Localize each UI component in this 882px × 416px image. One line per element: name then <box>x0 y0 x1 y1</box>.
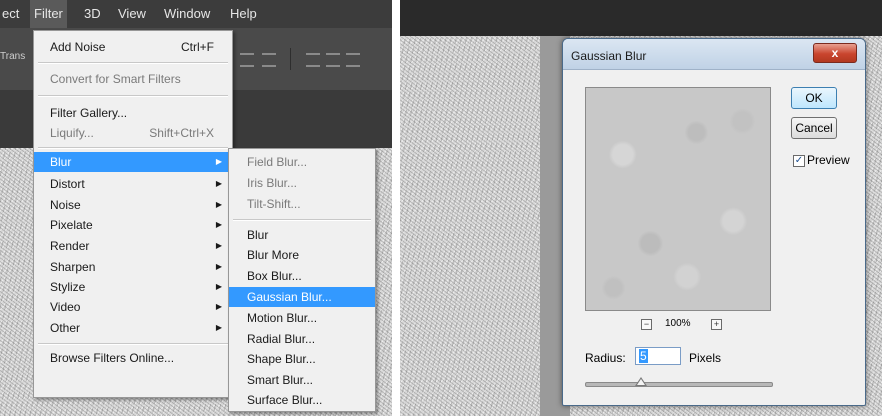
transform-label: Trans <box>0 51 26 62</box>
submenu-arrow-icon: ▶ <box>215 157 222 166</box>
submenu-item-blur[interactable]: Blur <box>229 225 375 245</box>
submenu-arrow-icon: ▶ <box>215 220 222 229</box>
distribute-right-icon[interactable] <box>346 53 360 67</box>
menu-divider <box>38 343 228 345</box>
radius-slider-track[interactable] <box>585 382 773 387</box>
menu-divider <box>38 95 228 97</box>
radius-label: Radius: <box>585 351 626 365</box>
submenu-arrow-icon: ▶ <box>215 262 222 271</box>
menu-item-label: Liquify... <box>50 126 94 140</box>
zoom-out-icon[interactable]: − <box>641 319 652 330</box>
submenu-item-surface-blur[interactable]: Surface Blur... <box>229 390 375 410</box>
menu-item-label: Render <box>50 239 90 253</box>
cancel-button[interactable]: Cancel <box>791 117 837 139</box>
submenu-arrow-icon: ▶ <box>215 302 222 311</box>
menu-item-sharpen[interactable]: Sharpen ▶ <box>34 257 232 277</box>
shortcut-text: Ctrl+F <box>181 40 214 54</box>
align-middle-icon[interactable] <box>262 53 276 67</box>
menu-filter[interactable]: Filter <box>30 0 67 28</box>
menu-item-label: Noise <box>50 198 81 212</box>
close-icon[interactable]: x <box>813 43 857 63</box>
distribute-center-icon[interactable] <box>326 53 340 67</box>
menu-select[interactable]: ect <box>2 6 19 21</box>
menu-item-label: Convert for Smart Filters <box>50 72 181 86</box>
radius-value: 5 <box>639 349 648 363</box>
menu-item-add-noise[interactable]: Add Noise Ctrl+F <box>34 37 232 57</box>
menu-item-stylize[interactable]: Stylize ▶ <box>34 277 232 297</box>
menu-item-label: Filter Gallery... <box>50 106 128 120</box>
dialog-titlebar[interactable]: Gaussian Blur x <box>563 39 865 70</box>
menu-item-video[interactable]: Video ▶ <box>34 297 232 317</box>
submenu-arrow-icon: ▶ <box>215 241 222 250</box>
submenu-arrow-icon: ▶ <box>215 200 222 209</box>
submenu-item-box-blur[interactable]: Box Blur... <box>229 266 375 286</box>
gaussian-blur-dialog-panel: Gaussian Blur x OK Cancel ✓ Preview − 10… <box>400 0 882 416</box>
menu-item-blur[interactable]: Blur ▶ <box>34 152 232 172</box>
submenu-arrow-icon: ▶ <box>215 282 222 291</box>
zoom-in-icon[interactable]: + <box>711 319 722 330</box>
menu-item-liquify[interactable]: Liquify... Shift+Ctrl+X <box>34 123 232 143</box>
align-top-icon[interactable] <box>240 53 254 67</box>
menu-item-convert-smart-filters[interactable]: Convert for Smart Filters <box>34 69 232 89</box>
zoom-level: 100% <box>665 318 691 329</box>
toolbar-divider <box>290 48 291 70</box>
menu-item-render[interactable]: Render ▶ <box>34 236 232 256</box>
distribute-left-icon[interactable] <box>306 53 320 67</box>
menu-help[interactable]: Help <box>230 6 257 21</box>
blur-submenu: Field Blur... Iris Blur... Tilt-Shift...… <box>228 148 376 412</box>
menu-3d[interactable]: 3D <box>84 6 101 21</box>
submenu-arrow-icon: ▶ <box>215 323 222 332</box>
submenu-item-field-blur[interactable]: Field Blur... <box>229 152 375 172</box>
menu-item-label: Stylize <box>50 280 86 294</box>
shortcut-text: Shift+Ctrl+X <box>149 126 214 140</box>
menu-item-browse-filters-online[interactable]: Browse Filters Online... <box>34 348 232 368</box>
menubar: ect Filter 3D View Window Help <box>0 0 392 28</box>
submenu-item-gaussian-blur[interactable]: Gaussian Blur... <box>229 287 375 307</box>
submenu-item-shape-blur[interactable]: Shape Blur... <box>229 349 375 369</box>
menu-item-distort[interactable]: Distort ▶ <box>34 174 232 194</box>
submenu-item-tilt-shift[interactable]: Tilt-Shift... <box>229 194 375 214</box>
menu-item-label: Distort <box>50 177 85 191</box>
gaussian-blur-dialog: Gaussian Blur x OK Cancel ✓ Preview − 10… <box>562 38 866 406</box>
submenu-item-radial-blur[interactable]: Radial Blur... <box>229 329 375 349</box>
menu-divider <box>233 219 371 221</box>
menu-item-other[interactable]: Other ▶ <box>34 318 232 338</box>
blur-preview-pane[interactable] <box>585 87 771 311</box>
preview-checkbox-label: Preview <box>807 153 850 167</box>
radius-input[interactable]: 5 <box>635 347 681 365</box>
menu-item-label: Video <box>50 300 81 314</box>
menu-item-label: Pixelate <box>50 218 93 232</box>
menu-item-pixelate[interactable]: Pixelate ▶ <box>34 215 232 235</box>
menu-item-label: Sharpen <box>50 260 96 274</box>
menu-item-label: Browse Filters Online... <box>50 351 175 365</box>
ok-button[interactable]: OK <box>791 87 837 109</box>
submenu-item-iris-blur[interactable]: Iris Blur... <box>229 173 375 193</box>
radius-slider-thumb[interactable] <box>635 377 648 386</box>
menu-window[interactable]: Window <box>164 6 210 21</box>
photoshop-filter-menu-panel: ect Filter 3D View Window Help Trans Add… <box>0 0 392 416</box>
submenu-item-smart-blur[interactable]: Smart Blur... <box>229 370 375 390</box>
menu-divider <box>38 62 228 64</box>
workspace-dark-bar <box>400 0 882 36</box>
menu-item-noise[interactable]: Noise ▶ <box>34 195 232 215</box>
menu-item-filter-gallery[interactable]: Filter Gallery... <box>34 103 232 123</box>
submenu-item-motion-blur[interactable]: Motion Blur... <box>229 308 375 328</box>
menu-item-label: Add Noise <box>50 40 106 54</box>
menu-item-label: Blur <box>50 155 72 169</box>
submenu-arrow-icon: ▶ <box>215 179 222 188</box>
menu-divider <box>38 147 228 149</box>
preview-checkbox[interactable]: ✓ <box>793 155 805 167</box>
submenu-item-blur-more[interactable]: Blur More <box>229 245 375 265</box>
filter-dropdown-menu: Add Noise Ctrl+F Convert for Smart Filte… <box>33 30 233 398</box>
menu-item-label: Other <box>50 321 81 335</box>
radius-unit-label: Pixels <box>689 351 722 365</box>
menu-view[interactable]: View <box>118 6 146 21</box>
dialog-title: Gaussian Blur <box>571 49 647 63</box>
